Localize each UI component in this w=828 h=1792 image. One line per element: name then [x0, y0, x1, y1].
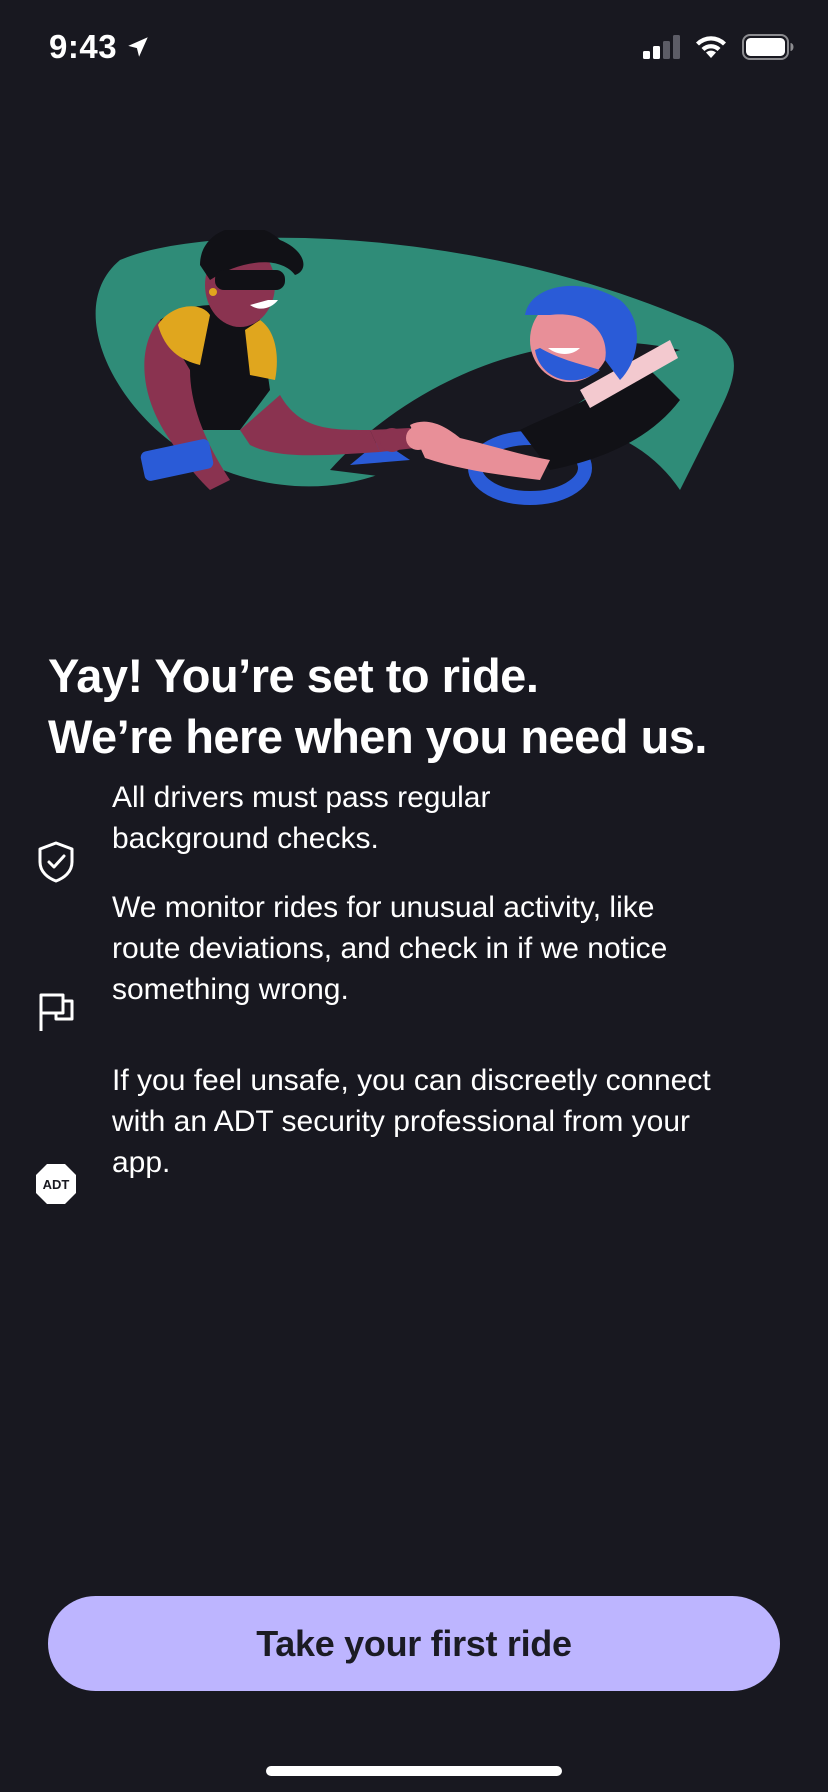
feature-text: We monitor rides for unusual activity, l… — [112, 887, 802, 1010]
title-line-2: We’re here when you need us. — [48, 710, 708, 763]
battery-icon — [742, 34, 794, 60]
feature-line: something wrong. — [112, 972, 349, 1006]
shield-check-icon — [34, 840, 78, 884]
cellular-signal-icon — [643, 35, 680, 59]
feature-text: If you feel unsafe, you can discreetly c… — [112, 1060, 802, 1183]
feature-line: If you feel unsafe, you can discreetly c… — [112, 1063, 711, 1097]
title-line-1: Yay! You’re set to ride. — [48, 649, 539, 702]
driver-rider-fist-bump-illustration — [95, 230, 734, 505]
wifi-icon — [696, 36, 726, 58]
feature-text: All drivers must pass regular background… — [112, 777, 802, 859]
page-title: Yay! You’re set to ride. We’re here when… — [48, 645, 808, 767]
feature-line: app. — [112, 1145, 171, 1179]
status-bar: 9:43 — [0, 0, 828, 100]
adt-logo-icon: ADT — [34, 1162, 78, 1206]
home-indicator[interactable] — [266, 1766, 562, 1776]
feature-line: All drivers must pass regular — [112, 781, 491, 814]
take-first-ride-button[interactable]: Take your first ride — [48, 1596, 780, 1691]
feature-line: route deviations, and check in if we not… — [112, 931, 668, 965]
feature-line: with an ADT security professional from y… — [112, 1104, 691, 1138]
status-time-text: 9:43 — [49, 28, 118, 65]
feature-line: We monitor rides for unusual activity, l… — [112, 890, 655, 924]
status-time: 9:43 — [49, 28, 151, 66]
feature-line: background checks. — [112, 822, 379, 855]
flag-icon — [34, 989, 78, 1033]
adt-logo-text: ADT — [43, 1177, 70, 1192]
location-arrow-icon — [128, 37, 148, 57]
status-indicators — [642, 34, 794, 60]
